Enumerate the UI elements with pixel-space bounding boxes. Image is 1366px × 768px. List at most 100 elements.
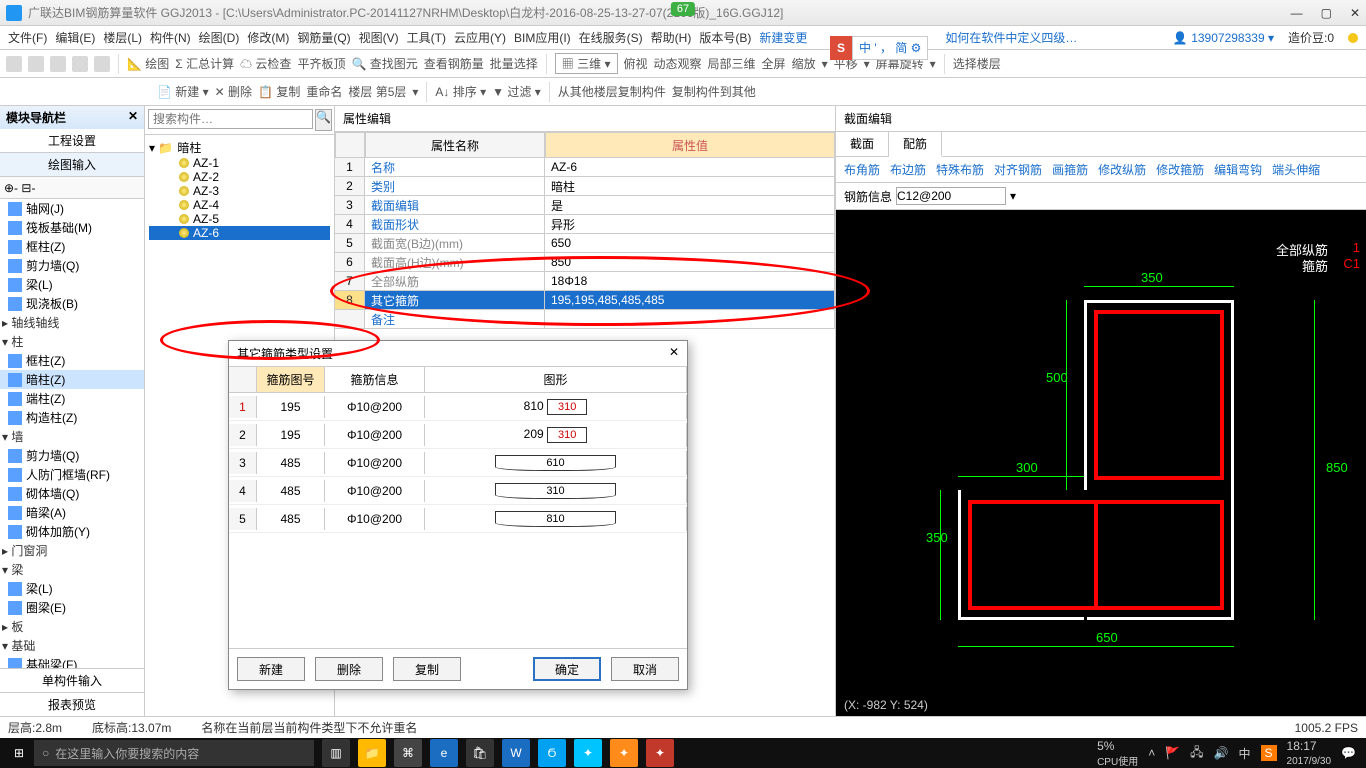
link-new-change[interactable]: 新建变更: [759, 29, 807, 46]
task-icon[interactable]: ▥: [322, 739, 350, 767]
tb-view-rebar[interactable]: 查看钢筋量: [424, 55, 484, 72]
tray-net-icon[interactable]: 🖧: [1190, 743, 1203, 764]
dialog-row[interactable]: 5485Φ10@200810: [229, 505, 687, 533]
redo-icon[interactable]: [94, 56, 110, 72]
property-row[interactable]: 备注: [335, 310, 835, 329]
nav-item[interactable]: 梁(L): [0, 579, 144, 598]
nav-sub-project[interactable]: 工程设置: [0, 129, 144, 153]
rb-edge[interactable]: 布边筋: [890, 161, 926, 178]
tb-fullscreen[interactable]: 全屏: [762, 55, 786, 72]
open-icon[interactable]: [28, 56, 44, 72]
rb-extend[interactable]: 端头伸缩: [1272, 161, 1320, 178]
tray-up-icon[interactable]: ˄: [1148, 746, 1155, 760]
tray-vol-icon[interactable]: 🔊: [1214, 746, 1229, 760]
dialog-row[interactable]: 3485Φ10@200610: [229, 449, 687, 477]
property-row[interactable]: 2类别暗柱: [335, 177, 835, 196]
tree-item[interactable]: AZ-4: [149, 198, 330, 212]
menu-view[interactable]: 视图(V): [359, 29, 399, 46]
system-tray[interactable]: 5%CPU使用 ˄ 🚩 🖧 🔊 中 S 18:172017/9/30 💬: [1097, 739, 1362, 768]
property-row[interactable]: 8其它箍筋195,195,485,485,485: [335, 291, 835, 310]
tree-root[interactable]: ▾ 📁 暗柱: [149, 139, 330, 156]
menu-online[interactable]: 在线服务(S): [579, 29, 643, 46]
menu-tools[interactable]: 工具(T): [407, 29, 446, 46]
nav-item[interactable]: 剪力墙(Q): [0, 256, 144, 275]
tab-rebar[interactable]: 配筋: [889, 132, 942, 157]
nav-group-slab[interactable]: ▸ 板: [0, 617, 144, 636]
task-icon[interactable]: ✦: [610, 739, 638, 767]
nav-group-beam[interactable]: ▾ 梁: [0, 560, 144, 579]
nav-item[interactable]: 框柱(Z): [0, 237, 144, 256]
nav-group-wall[interactable]: ▾ 墙: [0, 427, 144, 446]
nav-item[interactable]: 基础梁(F): [0, 655, 144, 668]
dialog-row[interactable]: 1195Φ10@200810 310: [229, 393, 687, 421]
tb-draw[interactable]: 📐 绘图: [127, 55, 169, 72]
nav-item[interactable]: 现浇板(B): [0, 294, 144, 313]
menu-rebar[interactable]: 钢筋量(Q): [297, 29, 350, 46]
link-help-tip[interactable]: 如何在软件中定义四级…: [945, 29, 1077, 46]
ime-candidate-bar[interactable]: S 中 ' ， 简 ⚙: [830, 36, 928, 60]
rb-modv[interactable]: 修改纵筋: [1098, 161, 1146, 178]
tb-select-floor[interactable]: 选择楼层: [953, 55, 1001, 72]
tb2-rename[interactable]: 重命名: [306, 83, 342, 100]
tb2-copy-from[interactable]: 从其他楼层复制构件: [558, 83, 666, 100]
tb2-copy[interactable]: 📋 复制: [258, 83, 300, 100]
tb2-new[interactable]: 📄 新建 ▾: [157, 83, 209, 100]
tree-search-input[interactable]: [148, 109, 313, 129]
nav-item[interactable]: 砌体加筋(Y): [0, 522, 144, 541]
menu-floor[interactable]: 楼层(L): [103, 29, 142, 46]
ime-candidates[interactable]: 中 ' ， 简 ⚙: [852, 36, 928, 60]
user-phone[interactable]: 👤 13907298339 ▾: [1173, 31, 1274, 45]
nav-item[interactable]: 梁(L): [0, 275, 144, 294]
task-icon[interactable]: e: [430, 739, 458, 767]
tb-sum[interactable]: Σ 汇总计算: [175, 55, 234, 72]
nav-sub-draw[interactable]: 绘图输入: [0, 153, 144, 177]
nav-item-selected[interactable]: 暗柱(Z): [0, 370, 144, 389]
save-icon[interactable]: [50, 56, 66, 72]
nav-item[interactable]: 轴网(J): [0, 199, 144, 218]
tb-cloud[interactable]: ☁ 云检查: [240, 55, 291, 72]
nav-group-foundation[interactable]: ▾ 基础: [0, 636, 144, 655]
task-icon[interactable]: ✦: [574, 739, 602, 767]
nav-item[interactable]: 筏板基础(M): [0, 218, 144, 237]
rebar-info-input[interactable]: [896, 187, 1006, 205]
task-icon[interactable]: W: [502, 739, 530, 767]
tray-flag-icon[interactable]: 🚩: [1165, 746, 1180, 760]
rb-stirrup[interactable]: 画箍筋: [1052, 161, 1088, 178]
menu-help[interactable]: 帮助(H): [651, 29, 692, 46]
menu-cloud[interactable]: 云应用(Y): [454, 29, 506, 46]
dialog-row[interactable]: 2195Φ10@200209 310: [229, 421, 687, 449]
tb2-filter[interactable]: ▼ 过滤 ▾: [492, 83, 541, 100]
tb-local3d[interactable]: 局部三维: [708, 55, 756, 72]
taskbar-search[interactable]: ○ 在这里输入你要搜索的内容: [34, 740, 314, 766]
menu-component[interactable]: 构件(N): [150, 29, 191, 46]
property-row[interactable]: 6截面高(H边)(mm)850: [335, 253, 835, 272]
rb-hook[interactable]: 编辑弯钩: [1214, 161, 1262, 178]
nav-foot-single[interactable]: 单构件输入: [0, 668, 144, 692]
tb2-del[interactable]: ✕ 删除: [215, 83, 252, 100]
tray-notif-icon[interactable]: 💬: [1341, 746, 1356, 760]
tb-zoom[interactable]: 缩放: [792, 55, 816, 72]
tree-item[interactable]: AZ-3: [149, 184, 330, 198]
tb-top-view[interactable]: 俯视: [624, 55, 648, 72]
minimize-button[interactable]: —: [1291, 6, 1303, 20]
nav-tabs[interactable]: ⊕- ⊟-: [0, 177, 144, 199]
tab-section[interactable]: 截面: [836, 132, 889, 156]
nav-group-door[interactable]: ▸ 门窗洞: [0, 541, 144, 560]
nav-item[interactable]: 暗梁(A): [0, 503, 144, 522]
dialog-row[interactable]: 4485Φ10@200310: [229, 477, 687, 505]
nav-item[interactable]: 剪力墙(Q): [0, 446, 144, 465]
tree-item[interactable]: AZ-5: [149, 212, 330, 226]
tray-ime[interactable]: 中: [1239, 745, 1251, 762]
nav-item[interactable]: 构造柱(Z): [0, 408, 144, 427]
nav-group-axis[interactable]: ▸ 轴线轴线: [0, 313, 144, 332]
dlg-delete-button[interactable]: 删除: [315, 657, 383, 681]
nav-item[interactable]: 砌体墙(Q): [0, 484, 144, 503]
tree-item[interactable]: AZ-1: [149, 156, 330, 170]
tray-clock[interactable]: 18:172017/9/30: [1287, 739, 1332, 767]
nav-item[interactable]: 端柱(Z): [0, 389, 144, 408]
new-icon[interactable]: [6, 56, 22, 72]
tree-search-button[interactable]: 🔍: [315, 109, 332, 131]
rb-special[interactable]: 特殊布筋: [936, 161, 984, 178]
menu-edit[interactable]: 编辑(E): [55, 29, 95, 46]
menu-draw[interactable]: 绘图(D): [199, 29, 240, 46]
